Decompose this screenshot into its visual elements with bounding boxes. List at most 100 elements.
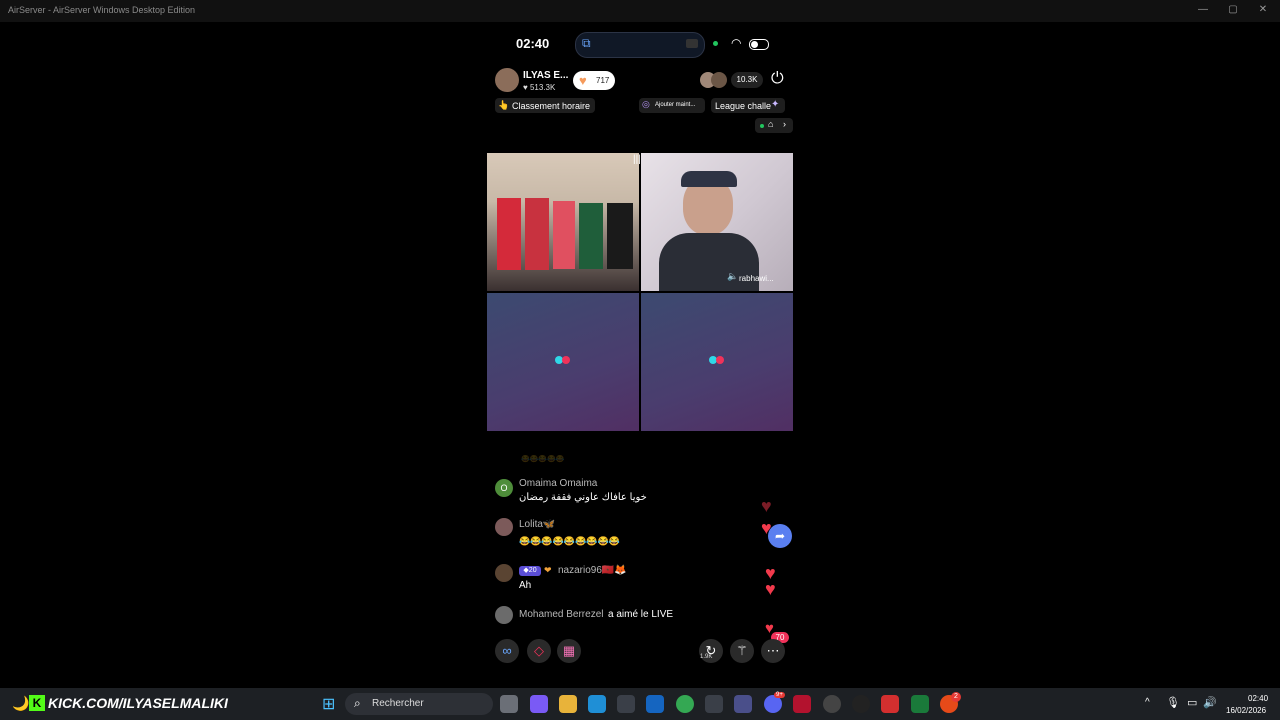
audio-bars-icon: |||: [633, 154, 641, 165]
magic-wand-icon: ⚚: [736, 643, 748, 658]
comment-text: خويا عافاك عاوني فقفة رمضان: [519, 492, 647, 503]
host-likes-row: ♥ 513.3K: [523, 83, 555, 92]
battery-icon: [749, 39, 769, 50]
airserver-icon[interactable]: [705, 695, 723, 713]
moon-icon: 🌙: [12, 695, 30, 711]
comment-avatar[interactable]: [495, 518, 513, 536]
comment-avatar[interactable]: [495, 564, 513, 582]
video-tile-empty-2[interactable]: [641, 293, 793, 431]
share-arrow-icon: ➦: [774, 529, 786, 543]
copilot-icon[interactable]: [530, 695, 548, 713]
window-titlebar: AirServer - AirServer Windows Desktop Ed…: [0, 0, 1280, 22]
chevron-right-icon: ›: [783, 119, 786, 129]
overlay-text: KICK.COM/ILYASELMALIKI: [48, 695, 228, 711]
comment-avatar[interactable]: [495, 606, 513, 624]
comment-name: Mohamed Berrezel: [519, 609, 604, 620]
league-icon: ✦: [771, 99, 780, 110]
host-hearts: 717: [596, 76, 610, 85]
top-viewers-avatars[interactable]: [700, 72, 732, 88]
mic-indicator-icon: [713, 41, 718, 46]
level-badge: ◆20: [519, 566, 541, 576]
outlook-icon[interactable]: [646, 695, 664, 713]
grid-icon: ▦: [562, 643, 576, 658]
more-icon: ⋯: [766, 643, 780, 658]
maximize-icon[interactable]: ▢: [1223, 4, 1243, 15]
stream-overlay: 🌙 K KICK.COM/ILYASELMALIKI: [12, 694, 252, 714]
video-tile-empty-1[interactable]: [487, 293, 639, 431]
search-placeholder: Rechercher: [372, 698, 424, 709]
search-box[interactable]: ⌕ Rechercher: [345, 693, 493, 715]
camera-indicator-icon: [686, 39, 698, 48]
kick-logo-icon: K: [29, 695, 45, 711]
volume-icon[interactable]: 🔊: [1203, 696, 1217, 709]
clock-date[interactable]: 16/02/2026: [1226, 706, 1266, 715]
host-name: ILYAS E...: [523, 70, 569, 81]
voicemod-icon[interactable]: [881, 695, 899, 713]
video-tile-speaker[interactable]: 🔈 rabhawi...: [641, 153, 793, 291]
share-count: 1.9K: [700, 654, 713, 660]
ranking-chip[interactable]: 👆 Classement horaire: [495, 98, 595, 113]
heart-icon: ♥: [579, 73, 587, 88]
comment-name: nazario96🇲🇦🦊: [558, 565, 627, 576]
level-badge-value: 20: [528, 567, 537, 574]
close-icon[interactable]: ✕: [1253, 4, 1273, 15]
status-time: 02:40: [516, 36, 550, 51]
comment-text: 😂😂😂😂😂😂😂😂😂: [519, 536, 620, 546]
ranking-label: Classement horaire: [512, 101, 591, 111]
search-icon: ⌕: [354, 696, 361, 710]
games-button[interactable]: ▦: [557, 639, 581, 663]
comment-avatar[interactable]: O: [495, 479, 513, 497]
window-title: AirServer - AirServer Windows Desktop Ed…: [8, 5, 196, 15]
add-label: Ajouter maint...: [655, 102, 696, 108]
dynamic-island: ⧉: [575, 32, 705, 58]
floating-heart-icon: ♥: [765, 579, 776, 599]
link-guest-button[interactable]: ∞: [495, 639, 519, 663]
comment-name: Omaima Omaima: [519, 478, 598, 489]
comment-name: Lolita🦋: [519, 519, 556, 530]
magic-button[interactable]: ⚚: [730, 639, 754, 663]
acrobat-icon[interactable]: [793, 695, 811, 713]
obs-icon[interactable]: [823, 695, 841, 713]
edge-icon[interactable]: [588, 695, 606, 713]
windows-taskbar: 🌙 K KICK.COM/ILYASELMALIKI ⊞ ⌕ Recherche…: [0, 688, 1280, 720]
chevron-up-icon[interactable]: ^: [1145, 697, 1150, 708]
task-view-icon[interactable]: [500, 695, 518, 713]
file-explorer-icon[interactable]: [559, 695, 577, 713]
gamepad-icon[interactable]: [734, 695, 752, 713]
minimize-icon[interactable]: —: [1193, 4, 1213, 15]
discord-badge: 9+: [774, 692, 785, 698]
match-button[interactable]: ◇: [527, 639, 551, 663]
screen-mirror-icon: ⧉: [582, 36, 591, 50]
chrome-icon[interactable]: [676, 695, 694, 713]
home-icon: ⌂: [768, 119, 774, 129]
clock-time[interactable]: 02:40: [1248, 694, 1268, 703]
faded-emoji-row: 😂😂😂😂😂: [521, 456, 565, 463]
match-icon: ◇: [534, 643, 544, 658]
video-tile-jerseys[interactable]: [487, 153, 639, 291]
comment-text: a aimé le LIVE: [608, 609, 674, 620]
add-chip[interactable]: ◎ Ajouter maint...: [639, 98, 705, 113]
network-icon[interactable]: ▭: [1187, 696, 1197, 709]
speaker-name: rabhawi...: [739, 274, 774, 283]
target-icon: ◎: [642, 99, 650, 109]
host-avatar[interactable]: [495, 68, 519, 92]
power-icon[interactable]: ⏻: [771, 70, 784, 88]
speaker-icon: 🔈: [727, 271, 739, 281]
floating-heart-icon: ♥: [761, 496, 772, 516]
live-mini-toolbar[interactable]: ⌂ ›: [755, 118, 793, 133]
league-label: League challe: [715, 101, 772, 111]
windows-start-icon[interactable]: ⊞: [322, 694, 335, 714]
more-button[interactable]: ⋯: [761, 639, 785, 663]
heart-small-icon: ♥: [523, 83, 528, 92]
phone-screen: 02:40 ⧉ ◠ ILYAS E... ♥ 513.3K ♥ 717 10.3…: [487, 22, 794, 688]
league-chip[interactable]: League challe ✦: [711, 98, 785, 113]
microphone-icon[interactable]: 🎙: [1166, 696, 1180, 709]
app-dark-icon[interactable]: [852, 695, 870, 713]
viewer-count[interactable]: 10.3K: [731, 72, 763, 88]
app-badge: 2: [951, 692, 961, 702]
follow-hearts-pill[interactable]: ♥ 717: [573, 71, 615, 90]
store-icon[interactable]: [617, 695, 635, 713]
link-icon: ∞: [502, 643, 512, 658]
play-app-icon[interactable]: [911, 695, 929, 713]
share-button[interactable]: ➦: [768, 524, 792, 548]
